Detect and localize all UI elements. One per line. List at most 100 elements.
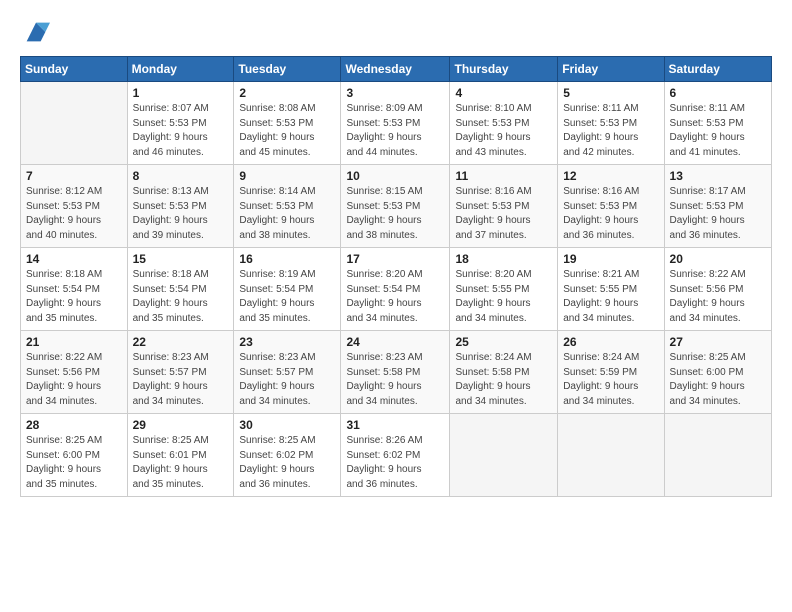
- day-number: 13: [670, 169, 766, 183]
- day-number: 17: [346, 252, 444, 266]
- week-row: 21 Sunrise: 8:22 AM Sunset: 5:56 PM Dayli…: [21, 331, 772, 414]
- day-number: 23: [239, 335, 335, 349]
- calendar-cell: 3Sunrise: 8:09 AM Sunset: 5:53 PM Daylig…: [341, 82, 450, 165]
- calendar-cell: 15Sunrise: 8:18 AM Sunset: 5:54 PM Dayli…: [127, 248, 234, 331]
- calendar-cell: 13 Sunrise: 8:17 AM Sunset: 5:53 PM Dayli…: [664, 165, 771, 248]
- day-info: Sunrise: 8:25 AM Sunset: 6:00 PM Dayligh…: [26, 434, 122, 492]
- calendar-cell: 11 Sunrise: 8:16 AM Sunset: 5:53 PM Dayli…: [450, 165, 558, 248]
- day-info: Sunrise: 8:25 AM Sunset: 6:01 PM Dayligh…: [133, 434, 229, 492]
- calendar-cell: 24 Sunrise: 8:23 AM Sunset: 5:58 PM Dayli…: [341, 331, 450, 414]
- day-number: 16: [239, 252, 335, 266]
- day-number: 24: [346, 335, 444, 349]
- day-number: 2: [239, 86, 335, 100]
- day-info: Sunrise: 8:23 AM Sunset: 5:57 PM Dayligh…: [133, 351, 229, 409]
- calendar-cell: 19 Sunrise: 8:21 AM Sunset: 5:55 PM Dayli…: [558, 248, 664, 331]
- day-info: Sunrise: 8:16 AM Sunset: 5:53 PM Dayligh…: [455, 185, 552, 243]
- day-info: Sunrise: 8:24 AM Sunset: 5:58 PM Dayligh…: [455, 351, 552, 409]
- week-row: 1 Sunrise: 8:07 AM Sunset: 5:53 PM Daylig…: [21, 82, 772, 165]
- week-row: 7 Sunrise: 8:12 AM Sunset: 5:53 PM Daylig…: [21, 165, 772, 248]
- day-info: Sunrise: 8:10 AM Sunset: 5:53 PM Dayligh…: [455, 102, 552, 160]
- day-info: Sunrise: 8:08 AM Sunset: 5:53 PM Dayligh…: [239, 102, 335, 160]
- day-number: 4: [455, 86, 552, 100]
- day-number: 19: [563, 252, 658, 266]
- calendar-cell: 1 Sunrise: 8:07 AM Sunset: 5:53 PM Daylig…: [127, 82, 234, 165]
- day-number: 14: [26, 252, 122, 266]
- day-info: Sunrise: 8:26 AM Sunset: 6:02 PM Dayligh…: [346, 434, 444, 492]
- day-info: Sunrise: 8:18 AM Sunset: 5:54 PM Dayligh…: [26, 268, 122, 326]
- calendar-cell: 28 Sunrise: 8:25 AM Sunset: 6:00 PM Dayli…: [21, 414, 128, 497]
- day-info: Sunrise: 8:17 AM Sunset: 5:53 PM Dayligh…: [670, 185, 766, 243]
- day-info: Sunrise: 8:16 AM Sunset: 5:53 PM Dayligh…: [563, 185, 658, 243]
- day-info: Sunrise: 8:24 AM Sunset: 5:59 PM Dayligh…: [563, 351, 658, 409]
- day-number: 12: [563, 169, 658, 183]
- page: SundayMondayTuesdayWednesdayThursdayFrid…: [0, 0, 792, 612]
- calendar-cell: 8Sunrise: 8:13 AM Sunset: 5:53 PM Daylig…: [127, 165, 234, 248]
- calendar-cell: 10 Sunrise: 8:15 AM Sunset: 5:53 PM Dayli…: [341, 165, 450, 248]
- day-number: 31: [346, 418, 444, 432]
- day-header: Thursday: [450, 57, 558, 82]
- calendar-cell: 31 Sunrise: 8:26 AM Sunset: 6:02 PM Dayli…: [341, 414, 450, 497]
- calendar-cell: 27 Sunrise: 8:25 AM Sunset: 6:00 PM Dayli…: [664, 331, 771, 414]
- calendar: SundayMondayTuesdayWednesdayThursdayFrid…: [20, 56, 772, 497]
- calendar-cell: 18Sunrise: 8:20 AM Sunset: 5:55 PM Dayli…: [450, 248, 558, 331]
- day-info: Sunrise: 8:15 AM Sunset: 5:53 PM Dayligh…: [346, 185, 444, 243]
- day-number: 10: [346, 169, 444, 183]
- day-number: 30: [239, 418, 335, 432]
- day-number: 7: [26, 169, 122, 183]
- day-info: Sunrise: 8:12 AM Sunset: 5:53 PM Dayligh…: [26, 185, 122, 243]
- calendar-cell: [450, 414, 558, 497]
- day-info: Sunrise: 8:20 AM Sunset: 5:54 PM Dayligh…: [346, 268, 444, 326]
- day-number: 21: [26, 335, 122, 349]
- day-header: Tuesday: [234, 57, 341, 82]
- day-number: 20: [670, 252, 766, 266]
- day-info: Sunrise: 8:20 AM Sunset: 5:55 PM Dayligh…: [455, 268, 552, 326]
- day-number: 25: [455, 335, 552, 349]
- logo: [20, 18, 50, 46]
- day-info: Sunrise: 8:25 AM Sunset: 6:00 PM Dayligh…: [670, 351, 766, 409]
- logo-icon: [22, 18, 50, 46]
- day-number: 9: [239, 169, 335, 183]
- day-info: Sunrise: 8:18 AM Sunset: 5:54 PM Dayligh…: [133, 268, 229, 326]
- day-number: 22: [133, 335, 229, 349]
- day-info: Sunrise: 8:11 AM Sunset: 5:53 PM Dayligh…: [563, 102, 658, 160]
- calendar-cell: 29Sunrise: 8:25 AM Sunset: 6:01 PM Dayli…: [127, 414, 234, 497]
- day-info: Sunrise: 8:07 AM Sunset: 5:53 PM Dayligh…: [133, 102, 229, 160]
- calendar-cell: [21, 82, 128, 165]
- calendar-cell: 25 Sunrise: 8:24 AM Sunset: 5:58 PM Dayli…: [450, 331, 558, 414]
- day-number: 6: [670, 86, 766, 100]
- calendar-cell: 21 Sunrise: 8:22 AM Sunset: 5:56 PM Dayli…: [21, 331, 128, 414]
- day-info: Sunrise: 8:23 AM Sunset: 5:58 PM Dayligh…: [346, 351, 444, 409]
- day-header: Monday: [127, 57, 234, 82]
- day-info: Sunrise: 8:11 AM Sunset: 5:53 PM Dayligh…: [670, 102, 766, 160]
- calendar-cell: 22 Sunrise: 8:23 AM Sunset: 5:57 PM Dayli…: [127, 331, 234, 414]
- calendar-cell: 17 Sunrise: 8:20 AM Sunset: 5:54 PM Dayli…: [341, 248, 450, 331]
- calendar-cell: 7 Sunrise: 8:12 AM Sunset: 5:53 PM Daylig…: [21, 165, 128, 248]
- day-header: Wednesday: [341, 57, 450, 82]
- calendar-cell: 14 Sunrise: 8:18 AM Sunset: 5:54 PM Dayli…: [21, 248, 128, 331]
- day-number: 1: [133, 86, 229, 100]
- calendar-cell: 23 Sunrise: 8:23 AM Sunset: 5:57 PM Dayli…: [234, 331, 341, 414]
- calendar-cell: 2 Sunrise: 8:08 AM Sunset: 5:53 PM Daylig…: [234, 82, 341, 165]
- calendar-cell: 12 Sunrise: 8:16 AM Sunset: 5:53 PM Dayli…: [558, 165, 664, 248]
- day-number: 3: [346, 86, 444, 100]
- day-info: Sunrise: 8:13 AM Sunset: 5:53 PM Dayligh…: [133, 185, 229, 243]
- calendar-cell: [664, 414, 771, 497]
- day-info: Sunrise: 8:23 AM Sunset: 5:57 PM Dayligh…: [239, 351, 335, 409]
- day-number: 11: [455, 169, 552, 183]
- calendar-cell: 5Sunrise: 8:11 AM Sunset: 5:53 PM Daylig…: [558, 82, 664, 165]
- day-header: Friday: [558, 57, 664, 82]
- day-number: 28: [26, 418, 122, 432]
- calendar-cell: 4 Sunrise: 8:10 AM Sunset: 5:53 PM Daylig…: [450, 82, 558, 165]
- day-info: Sunrise: 8:22 AM Sunset: 5:56 PM Dayligh…: [26, 351, 122, 409]
- day-info: Sunrise: 8:21 AM Sunset: 5:55 PM Dayligh…: [563, 268, 658, 326]
- day-header: Sunday: [21, 57, 128, 82]
- day-number: 27: [670, 335, 766, 349]
- day-info: Sunrise: 8:19 AM Sunset: 5:54 PM Dayligh…: [239, 268, 335, 326]
- calendar-cell: [558, 414, 664, 497]
- calendar-cell: 20Sunrise: 8:22 AM Sunset: 5:56 PM Dayli…: [664, 248, 771, 331]
- calendar-cell: 6 Sunrise: 8:11 AM Sunset: 5:53 PM Daylig…: [664, 82, 771, 165]
- day-number: 26: [563, 335, 658, 349]
- day-info: Sunrise: 8:25 AM Sunset: 6:02 PM Dayligh…: [239, 434, 335, 492]
- week-row: 14 Sunrise: 8:18 AM Sunset: 5:54 PM Dayli…: [21, 248, 772, 331]
- header: [20, 18, 772, 46]
